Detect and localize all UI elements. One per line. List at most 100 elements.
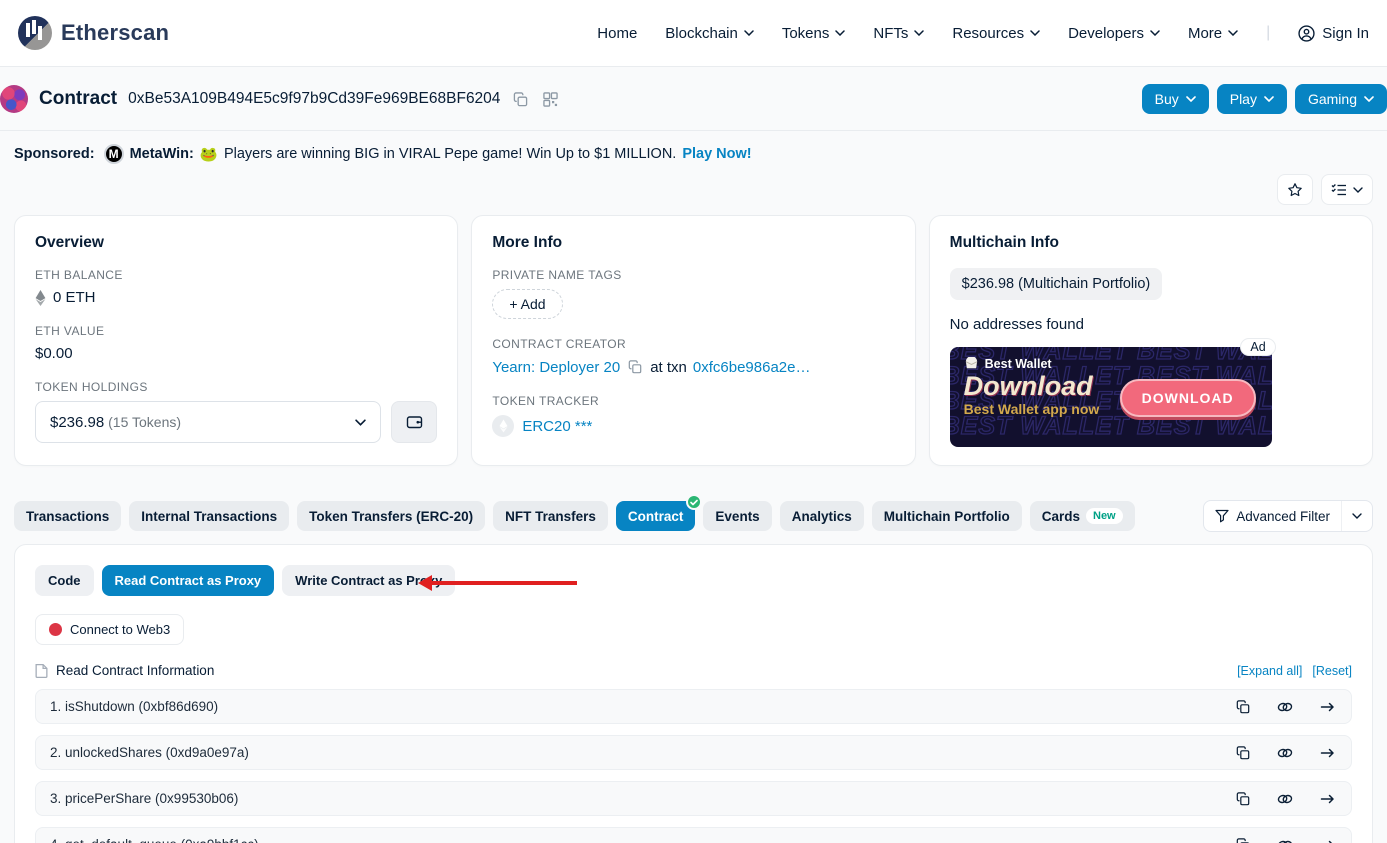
copy-creator-button[interactable] — [626, 358, 644, 376]
query-method-button[interactable] — [1318, 699, 1337, 715]
metawin-icon: M — [104, 144, 124, 164]
etherscan-logo[interactable]: Etherscan — [18, 16, 169, 50]
qr-code-button[interactable] — [541, 90, 560, 109]
new-badge: New — [1086, 508, 1123, 524]
link-icon — [1277, 701, 1293, 713]
gaming-button[interactable]: Gaming — [1295, 84, 1387, 114]
copy-method-button[interactable] — [1234, 698, 1252, 716]
view-options-button[interactable] — [1321, 174, 1373, 205]
copy-address-button[interactable] — [511, 90, 530, 109]
token-holdings-label: TOKEN HOLDINGS — [35, 380, 437, 394]
read-contract-info-title: Read Contract Information — [56, 663, 214, 678]
tab-token-transfers[interactable]: Token Transfers (ERC-20) — [297, 501, 485, 531]
subtab-read-contract-as-proxy[interactable]: Read Contract as Proxy — [102, 565, 275, 596]
query-method-button[interactable] — [1318, 745, 1337, 761]
annotation-arrow — [431, 581, 577, 585]
chevron-down-icon — [914, 30, 924, 36]
tab-multichain-portfolio[interactable]: Multichain Portfolio — [872, 501, 1022, 531]
subtab-code[interactable]: Code — [35, 565, 94, 596]
add-name-tag-button[interactable]: + Add — [492, 289, 562, 319]
method-link-button[interactable] — [1275, 791, 1295, 807]
nav-resources[interactable]: Resources — [952, 25, 1040, 42]
chevron-down-icon — [1186, 96, 1196, 102]
eth-balance-label: ETH BALANCE — [35, 268, 437, 282]
tab-events[interactable]: Events — [703, 501, 771, 531]
link-icon — [1277, 747, 1293, 759]
page-tools — [14, 168, 1373, 215]
tab-internal-transactions[interactable]: Internal Transactions — [129, 501, 289, 531]
chevron-down-icon — [1150, 30, 1160, 36]
advanced-filter-caret[interactable] — [1341, 501, 1372, 531]
tab-transactions[interactable]: Transactions — [14, 501, 121, 531]
nav-blockchain[interactable]: Blockchain — [665, 25, 754, 42]
tab-cards[interactable]: Cards New — [1030, 501, 1135, 531]
copy-icon — [1236, 838, 1250, 843]
more-info-card: More Info PRIVATE NAME TAGS + Add CONTRA… — [471, 215, 915, 466]
copy-icon — [1236, 700, 1250, 714]
method-row-unlockedShares[interactable]: 2. unlockedShares (0xd9a0e97a) — [35, 735, 1352, 770]
chevron-down-icon — [1353, 187, 1363, 193]
checklist-icon — [1331, 183, 1347, 197]
eth-value: $0.00 — [35, 345, 73, 362]
nav-home[interactable]: Home — [597, 25, 637, 42]
method-link-button[interactable] — [1275, 699, 1295, 715]
wallet-button[interactable] — [391, 401, 437, 443]
nav-tokens[interactable]: Tokens — [782, 25, 846, 42]
filter-icon — [1215, 509, 1229, 523]
contract-subtabs: Code Read Contract as Proxy Write Contra… — [35, 565, 1352, 596]
sign-in-button[interactable]: Sign In — [1298, 25, 1369, 42]
arrow-right-icon — [1320, 839, 1335, 843]
query-method-button[interactable] — [1318, 791, 1337, 807]
method-row-pricePerShare[interactable]: 3. pricePerShare (0x99530b06) — [35, 781, 1352, 816]
reset-link[interactable]: [Reset] — [1312, 664, 1352, 678]
chevron-down-icon — [1264, 96, 1274, 102]
chevron-down-icon — [355, 419, 366, 426]
qr-icon — [543, 92, 558, 107]
chevron-down-icon — [1228, 30, 1238, 36]
best-wallet-ad-banner[interactable]: BEST WALLET BEST WALLET BEST WABEST WALL… — [950, 347, 1272, 447]
copy-method-button[interactable] — [1234, 836, 1252, 843]
copy-method-button[interactable] — [1234, 744, 1252, 762]
contract-creator-label: CONTRACT CREATOR — [492, 337, 894, 351]
wallet-icon — [406, 414, 423, 430]
query-method-button[interactable] — [1318, 837, 1337, 843]
advanced-filter-button[interactable]: Advanced Filter — [1203, 500, 1373, 532]
nav-nfts[interactable]: NFTs — [873, 25, 924, 42]
nav-more[interactable]: More — [1188, 25, 1238, 42]
method-row-isShutdown[interactable]: 1. isShutdown (0xbf86d690) — [35, 689, 1352, 724]
connect-to-web3-button[interactable]: Connect to Web3 — [35, 614, 184, 645]
creation-txn-link[interactable]: 0xfc6be986a2e… — [693, 359, 811, 376]
favorite-button[interactable] — [1277, 174, 1313, 205]
play-now-link[interactable]: Play Now! — [682, 146, 751, 162]
creator-link[interactable]: Yearn: Deployer 20 — [492, 359, 620, 376]
method-link-button[interactable] — [1275, 745, 1295, 761]
arrow-right-icon — [1320, 701, 1335, 713]
ad-download-button[interactable]: DOWNLOAD — [1120, 379, 1256, 417]
multichain-portfolio-badge[interactable]: $236.98 (Multichain Portfolio) — [950, 268, 1163, 300]
play-button[interactable]: Play — [1217, 84, 1287, 114]
verified-check-icon — [686, 494, 702, 510]
document-icon — [35, 663, 48, 678]
no-addresses-text: No addresses found — [950, 316, 1352, 333]
tab-nft-transfers[interactable]: NFT Transfers — [493, 501, 608, 531]
user-icon — [1298, 25, 1315, 42]
tab-analytics[interactable]: Analytics — [780, 501, 864, 531]
chevron-down-icon — [835, 30, 845, 36]
sponsor-name: MetaWin: — [130, 146, 194, 162]
method-row-get-default-queue[interactable]: 4. get_default_queue (0xa9bbf1cc) — [35, 827, 1352, 843]
multichain-title: Multichain Info — [950, 234, 1352, 252]
copy-method-button[interactable] — [1234, 790, 1252, 808]
sponsored-label: Sponsored: — [14, 146, 95, 162]
ad-brand-name: Best Wallet — [985, 357, 1052, 371]
at-txn-text: at txn — [650, 359, 687, 376]
token-tracker-link[interactable]: ERC20 *** — [522, 418, 592, 435]
tab-contract[interactable]: Contract — [616, 501, 696, 531]
sponsored-banner: Sponsored: M MetaWin: 🐸 Players are winn… — [14, 131, 1373, 168]
nav-developers[interactable]: Developers — [1068, 25, 1160, 42]
expand-all-link[interactable]: [Expand all] — [1237, 664, 1302, 678]
best-wallet-logo-icon — [964, 357, 979, 371]
buy-button[interactable]: Buy — [1142, 84, 1209, 114]
method-link-button[interactable] — [1275, 837, 1295, 843]
token-holdings-dropdown[interactable]: $236.98 (15 Tokens) — [35, 401, 381, 443]
overview-card: Overview ETH BALANCE 0 ETH ETH VALUE $0.… — [14, 215, 458, 466]
